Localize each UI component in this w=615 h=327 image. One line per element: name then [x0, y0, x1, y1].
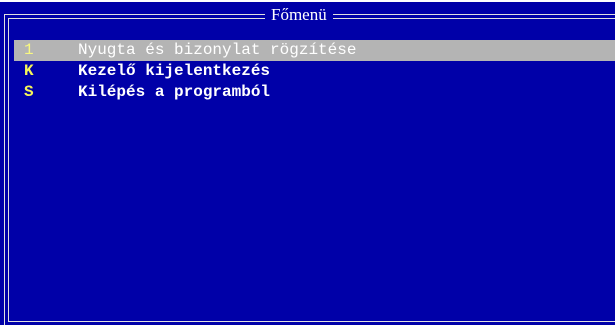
menu-item-record-receipt[interactable]: 1 Nyugta és bizonylat rögzítése [14, 40, 615, 61]
menu-list: 1 Nyugta és bizonylat rögzítése K Kezelő… [14, 40, 615, 103]
main-menu-screen: Főmenü 1 Nyugta és bizonylat rögzítése K… [0, 2, 615, 325]
menu-item-hotkey: K [24, 62, 34, 80]
menu-item-hotkey: 1 [24, 41, 34, 59]
menu-item-operator-logout[interactable]: K Kezelő kijelentkezés [14, 61, 615, 82]
menu-item-label: Kilépés a programból [78, 83, 271, 101]
menu-item-label: Nyugta és bizonylat rögzítése [78, 41, 357, 59]
menu-item-label: Kezelő kijelentkezés [78, 62, 271, 80]
menu-item-exit-program[interactable]: S Kilépés a programból [14, 82, 615, 103]
menu-title: Főmenü [265, 5, 333, 25]
menu-item-hotkey: S [24, 83, 34, 101]
